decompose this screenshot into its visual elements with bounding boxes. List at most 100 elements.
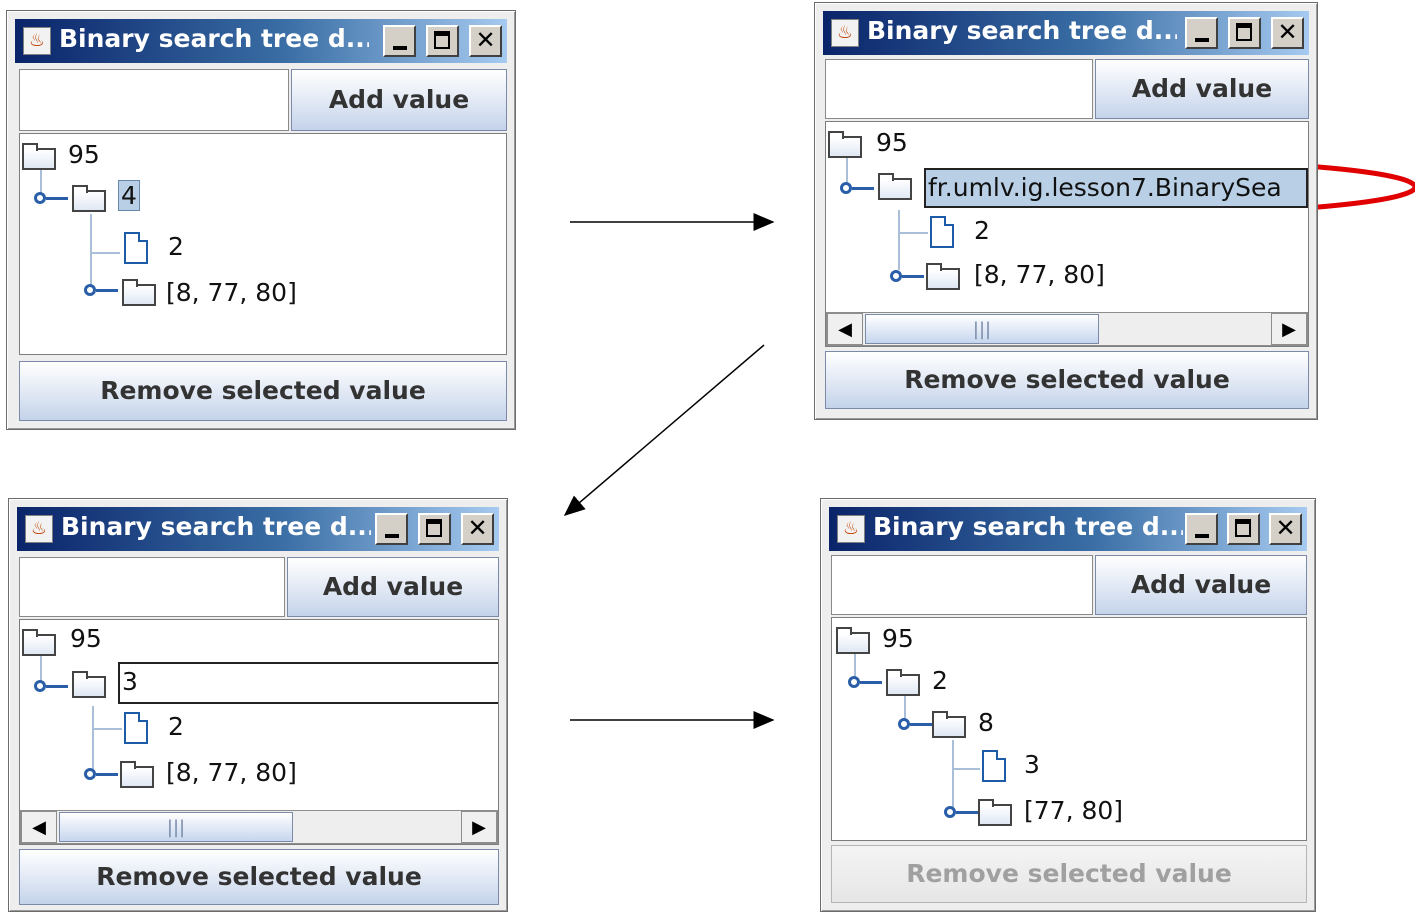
value-input[interactable] [19,69,289,131]
document-icon [124,712,148,744]
tree-node-subtree[interactable]: [8, 77, 80] [166,278,297,307]
minimize-button[interactable] [1185,17,1218,49]
close-icon: ✕ [475,26,496,54]
close-button[interactable]: ✕ [461,513,494,545]
horizontal-scrollbar[interactable]: ◀ ||| ▶ [826,312,1308,346]
window-title: Binary search tree d... [59,24,369,53]
close-icon: ✕ [467,514,488,542]
tree-connector [910,723,932,726]
tree-handle-icon[interactable] [890,270,902,282]
tree-node-subtree[interactable]: [8, 77, 80] [166,758,297,787]
tree-connector [902,275,924,278]
title-bar[interactable]: ♨ Binary search tree d... ✕ [823,11,1309,55]
tree-node-subtree[interactable]: [8, 77, 80] [974,260,1105,289]
tree-node-root[interactable]: 95 [70,624,102,653]
remove-selected-button[interactable]: Remove selected value [19,849,499,905]
maximize-button[interactable] [1228,17,1261,49]
scroll-right-arrow[interactable]: ▶ [461,811,497,843]
minimize-button[interactable] [383,25,416,57]
tree-handle-icon[interactable] [840,182,852,194]
folder-icon [22,143,56,170]
remove-selected-button[interactable]: Remove selected value [19,361,507,421]
add-value-button[interactable]: Add value [1095,59,1309,119]
tree-connector [92,706,94,772]
tree-node-leaf[interactable]: 2 [168,712,184,741]
tree-connector [898,210,900,270]
remove-selected-button[interactable]: Remove selected value [825,351,1309,409]
window-title: Binary search tree d... [873,512,1183,541]
tree-node-root[interactable]: 95 [68,140,100,169]
tree-handle-icon[interactable] [34,192,46,204]
scroll-thumb[interactable]: ||| [59,812,293,842]
folder-icon [978,799,1012,826]
tree-connector [860,681,882,684]
tree-handle-icon[interactable] [84,284,96,296]
title-bar[interactable]: ♨ Binary search tree d... ✕ [829,507,1307,551]
document-icon [982,750,1006,782]
java-cup-icon: ♨ [837,515,865,543]
tree-connector [90,252,120,254]
window-panel-2: ♨ Binary search tree d... ✕ Add value 95… [814,2,1318,420]
folder-icon [932,711,966,738]
folder-icon [926,263,960,290]
tree-node-selected[interactable]: 4 [118,180,140,211]
tree-view[interactable]: 95 fr.umlv.ig.lesson7.BinarySea 2 [8, 77… [825,121,1309,347]
tree-node-leaf[interactable]: 2 [974,216,990,245]
title-bar[interactable]: ♨ Binary search tree d... ✕ [15,19,507,63]
tree-view[interactable]: 95 3 2 [8, 77, 80] ◀ ||| ▶ [19,619,499,845]
tree-node-root[interactable]: 95 [876,128,908,157]
maximize-button[interactable] [418,513,451,545]
tree-handle-icon[interactable] [84,768,96,780]
scroll-right-arrow[interactable]: ▶ [1271,313,1307,345]
folder-icon [72,185,106,212]
maximize-button[interactable] [1227,513,1260,545]
minimize-button[interactable] [375,513,408,545]
tree-node-leaf[interactable]: 2 [168,232,184,261]
close-button[interactable]: ✕ [1269,513,1302,545]
folder-icon [828,131,862,158]
add-value-button[interactable]: Add value [1095,555,1307,615]
folder-icon [72,671,106,698]
tree-node-leaf[interactable]: 3 [1024,750,1040,779]
tree-handle-icon[interactable] [944,806,956,818]
document-icon [930,216,954,248]
add-value-button[interactable]: Add value [287,557,499,617]
close-button[interactable]: ✕ [1271,17,1304,49]
tree-node-child[interactable]: 2 [932,666,948,695]
folder-icon [836,627,870,654]
tree-view[interactable]: 95 2 8 3 [77, 80] [831,617,1307,841]
tree-handle-icon[interactable] [848,676,860,688]
java-cup-icon: ♨ [23,27,51,55]
node-edit-field[interactable]: fr.umlv.ig.lesson7.BinarySea [924,168,1308,208]
tree-node-root[interactable]: 95 [882,624,914,653]
tree-connector [96,289,118,292]
scroll-thumb[interactable]: ||| [865,314,1099,344]
tree-view[interactable]: 95 4 2 [8, 77, 80] [19,133,507,355]
window-panel-3: ♨ Binary search tree d... ✕ Add value 95… [8,498,508,912]
tree-handle-icon[interactable] [898,718,910,730]
title-bar[interactable]: ♨ Binary search tree d... ✕ [17,507,499,551]
folder-icon [120,761,154,788]
close-icon: ✕ [1277,18,1298,46]
value-input[interactable] [19,557,285,617]
value-input[interactable] [825,59,1093,119]
value-input[interactable] [831,555,1093,615]
maximize-button[interactable] [426,25,459,57]
add-value-button[interactable]: Add value [291,69,507,131]
close-icon: ✕ [1275,514,1296,542]
tree-node-subtree[interactable]: [77, 80] [1024,796,1123,825]
minimize-button[interactable] [1185,513,1218,545]
tree-connector [46,685,68,688]
tree-handle-icon[interactable] [34,680,46,692]
horizontal-scrollbar[interactable]: ◀ ||| ▶ [20,810,498,844]
tree-connector [952,768,980,770]
document-icon [124,232,148,264]
scroll-left-arrow[interactable]: ◀ [21,811,57,843]
window-panel-4: ♨ Binary search tree d... ✕ Add value 95… [820,498,1316,912]
node-edit-field[interactable]: 3 [118,662,498,704]
tree-node-grandchild[interactable]: 8 [978,708,994,737]
close-button[interactable]: ✕ [469,25,502,57]
scroll-left-arrow[interactable]: ◀ [827,313,863,345]
folder-icon [878,173,912,200]
folder-icon [886,669,920,696]
